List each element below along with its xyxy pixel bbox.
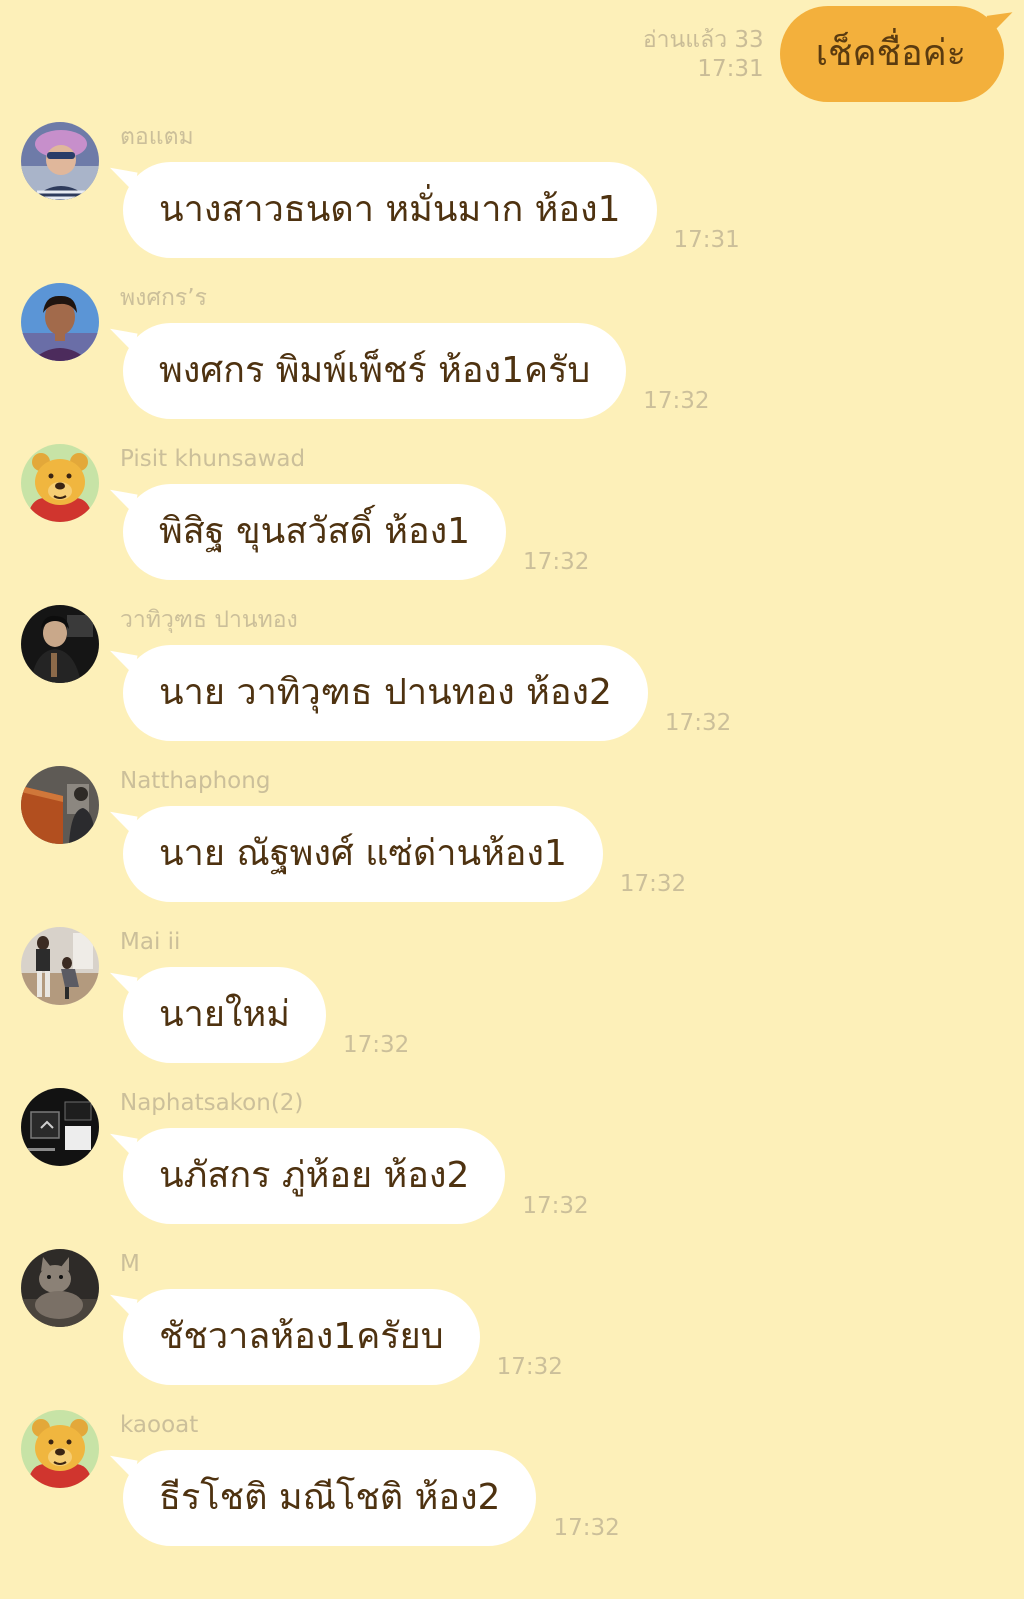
message-time: 17:32 <box>553 1515 620 1541</box>
sender-name: Mai ii <box>120 929 181 955</box>
bubble-tail <box>106 1294 138 1320</box>
message-content: นาย ณัฐพงศ์ แซ่ด่านห้อง1 17:32 <box>106 806 687 902</box>
bubble-tail <box>106 1133 138 1159</box>
message-content: ชัชวาลห้อง1ครัยบ 17:32 <box>106 1289 563 1385</box>
message-time: 17:32 <box>522 1193 589 1219</box>
dark-photo-avatar-icon[interactable] <box>21 605 99 683</box>
piano-photo-avatar-icon[interactable] <box>21 766 99 844</box>
sender-name: kaooat <box>120 1412 199 1438</box>
message-content: นางสาวธนดา หมั่นมาก ห้อง1 17:31 <box>106 162 740 258</box>
message-content: ธีรโชติ มณีโชติ ห้อง2 17:32 <box>106 1450 620 1546</box>
message-content: นภัสกร ภู่ห้อย ห้อง2 17:32 <box>106 1128 589 1224</box>
bubble-tail <box>106 811 138 837</box>
message-content: นาย วาทิวุฑธ ปานทอง ห้อง2 17:32 <box>106 645 732 741</box>
incoming-bubble[interactable]: นภัสกร ภู่ห้อย ห้อง2 <box>106 1128 506 1224</box>
message-time: 17:32 <box>496 1354 563 1380</box>
sender-name: M <box>120 1251 140 1277</box>
message-time: 17:32 <box>619 871 687 897</box>
sender-name: วาทิวุฑธ ปานทอง <box>120 607 298 633</box>
message-content: พงศกร พิมพ์เพ็ชร์ ห้อง1ครับ 17:32 <box>106 323 710 419</box>
message-row: Mai ii นายใหม่ 17:32 <box>0 927 1024 1088</box>
incoming-bubble[interactable]: พงศกร พิมพ์เพ็ชร์ ห้อง1ครับ <box>106 323 627 419</box>
message-text: นาย วาทิวุฑธ ปานทอง ห้อง2 <box>159 672 612 713</box>
message-row: Natthaphong นาย ณัฐพงศ์ แซ่ด่านห้อง1 17:… <box>0 766 1024 927</box>
incoming-bubble[interactable]: นาย วาทิวุฑธ ปานทอง ห้อง2 <box>106 645 648 741</box>
incoming-bubble[interactable]: นายใหม่ <box>106 967 326 1063</box>
outgoing-bubble[interactable]: เช็คชื่อค่ะ <box>779 6 1016 102</box>
bubble-tail <box>106 328 138 354</box>
incoming-bubble[interactable]: ธีรโชติ มณีโชติ ห้อง2 <box>106 1450 537 1546</box>
message-text: เช็คชื่อค่ะ <box>815 33 966 74</box>
room-photo-avatar-icon[interactable] <box>21 927 99 1005</box>
message-row: Naphatsakon(2) นภัสกร ภู่ห้อย ห้อง2 17:3… <box>0 1088 1024 1249</box>
child-photo-avatar-icon[interactable] <box>21 122 99 200</box>
bear-avatar-icon[interactable] <box>21 444 99 522</box>
cat-photo-avatar-icon[interactable] <box>21 1249 99 1327</box>
message-time: 17:32 <box>523 549 590 575</box>
bubble-tail <box>106 650 138 676</box>
message-time: 17:32 <box>664 710 732 736</box>
sender-name: Pisit khunsawad <box>120 446 306 472</box>
sender-name: พงศกร’ร <box>120 285 207 311</box>
message-text: พิสิฐ ขุนสวัสดิ์ ห้อง1 <box>159 511 471 552</box>
incoming-bubble[interactable]: พิสิฐ ขุนสวัสดิ์ ห้อง1 <box>106 484 507 580</box>
read-receipt: อ่านแล้ว 33 <box>642 27 764 53</box>
message-row: M ชัชวาลห้อง1ครัยบ 17:32 <box>0 1249 1024 1410</box>
sender-name: Naphatsakon(2) <box>120 1090 304 1116</box>
message-text: นภัสกร ภู่ห้อย ห้อง2 <box>159 1155 470 1196</box>
message-time: 17:31 <box>697 56 764 82</box>
incoming-bubble[interactable]: นาย ณัฐพงศ์ แซ่ด่านห้อง1 <box>106 806 603 902</box>
incoming-bubble[interactable]: ชัชวาลห้อง1ครัยบ <box>106 1289 480 1385</box>
message-row: Pisit khunsawad พิสิฐ ขุนสวัสดิ์ ห้อง1 1… <box>0 444 1024 605</box>
bubble-tail <box>986 12 1016 36</box>
message-content: นายใหม่ 17:32 <box>106 967 410 1063</box>
bubble-tail <box>106 1455 138 1481</box>
message-text: นาย ณัฐพงศ์ แซ่ด่านห้อง1 <box>159 833 567 874</box>
message-text: ธีรโชติ มณีโชติ ห้อง2 <box>159 1477 501 1518</box>
message-time: 17:31 <box>673 227 740 253</box>
message-content: พิสิฐ ขุนสวัสดิ์ ห้อง1 17:32 <box>106 484 590 580</box>
bear-avatar-icon[interactable] <box>21 1410 99 1488</box>
outgoing-message: อ่านแล้ว 33 17:31 เช็คชื่อค่ะ <box>643 6 1016 102</box>
message-text: ชัชวาลห้อง1ครัยบ <box>159 1316 444 1357</box>
outgoing-meta: อ่านแล้ว 33 17:31 <box>643 26 764 84</box>
sender-name: ตอแตม <box>120 124 194 150</box>
message-text: นางสาวธนดา หมั่นมาก ห้อง1 <box>159 189 621 230</box>
bubble-tail <box>106 489 138 515</box>
message-text: นายใหม่ <box>159 994 290 1035</box>
message-text: พงศกร พิมพ์เพ็ชร์ ห้อง1ครับ <box>159 350 591 391</box>
message-row: พงศกร’ร พงศกร พิมพ์เพ็ชร์ ห้อง1ครับ 17:3… <box>0 283 1024 444</box>
message-row: ตอแตม นางสาวธนดา หมั่นมาก ห้อง1 17:31 <box>0 122 1024 283</box>
message-time: 17:32 <box>342 1032 410 1058</box>
message-row: kaooat ธีรโชติ มณีโชติ ห้อง2 17:32 <box>0 1410 1024 1571</box>
dark-photo-avatar-icon[interactable] <box>21 1088 99 1166</box>
bubble-tail <box>106 972 138 998</box>
message-time: 17:32 <box>643 388 710 414</box>
portrait-photo-avatar-icon[interactable] <box>21 283 99 361</box>
sender-name: Natthaphong <box>120 768 271 794</box>
bubble-tail <box>106 167 138 193</box>
incoming-bubble[interactable]: นางสาวธนดา หมั่นมาก ห้อง1 <box>106 162 657 258</box>
message-row: วาทิวุฑธ ปานทอง นาย วาทิวุฑธ ปานทอง ห้อง… <box>0 605 1024 766</box>
